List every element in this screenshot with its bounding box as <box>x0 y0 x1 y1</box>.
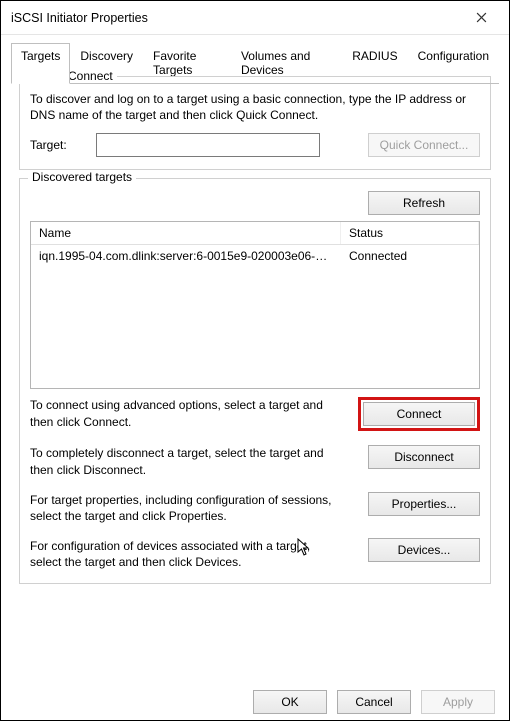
devices-help-text: For configuration of devices associated … <box>30 538 336 570</box>
target-input[interactable] <box>96 133 320 157</box>
table-row[interactable]: iqn.1995-04.com.dlink:server:6-0015e9-02… <box>31 245 479 267</box>
apply-button[interactable]: Apply <box>421 690 495 714</box>
column-header-status[interactable]: Status <box>341 222 479 244</box>
window-title: iSCSI Initiator Properties <box>11 11 459 25</box>
properties-button[interactable]: Properties... <box>368 492 480 516</box>
titlebar: iSCSI Initiator Properties <box>1 1 509 35</box>
connect-button[interactable]: Connect <box>363 402 475 426</box>
cancel-button[interactable]: Cancel <box>337 690 411 714</box>
dialog-button-row: OK Cancel Apply <box>253 690 495 714</box>
quick-connect-group: Quick Connect To discover and log on to … <box>19 69 491 170</box>
ok-button[interactable]: OK <box>253 690 327 714</box>
connect-help-text: To connect using advanced options, selec… <box>30 397 336 429</box>
cell-target-name: iqn.1995-04.com.dlink:server:6-0015e9-02… <box>31 245 341 267</box>
listview-header: Name Status <box>31 222 479 245</box>
column-header-name[interactable]: Name <box>31 222 341 244</box>
discovered-targets-legend: Discovered targets <box>28 170 136 184</box>
target-label: Target: <box>30 138 84 152</box>
tab-targets[interactable]: Targets <box>11 43 70 84</box>
cell-target-status: Connected <box>341 245 479 267</box>
discovered-targets-group: Discovered targets Refresh Name Status i… <box>19 178 491 583</box>
refresh-button[interactable]: Refresh <box>368 191 480 215</box>
disconnect-help-text: To completely disconnect a target, selec… <box>30 445 336 477</box>
properties-help-text: For target properties, including configu… <box>30 492 336 524</box>
targets-listview[interactable]: Name Status iqn.1995-04.com.dlink:server… <box>30 221 480 389</box>
quick-connect-button[interactable]: Quick Connect... <box>368 133 480 157</box>
tab-panel-targets: Quick Connect To discover and log on to … <box>11 65 499 684</box>
connect-highlight: Connect <box>358 397 480 431</box>
quick-connect-desc: To discover and log on to a target using… <box>30 91 480 123</box>
disconnect-button[interactable]: Disconnect <box>368 445 480 469</box>
close-icon <box>476 12 487 23</box>
close-button[interactable] <box>459 4 503 32</box>
devices-button[interactable]: Devices... <box>368 538 480 562</box>
